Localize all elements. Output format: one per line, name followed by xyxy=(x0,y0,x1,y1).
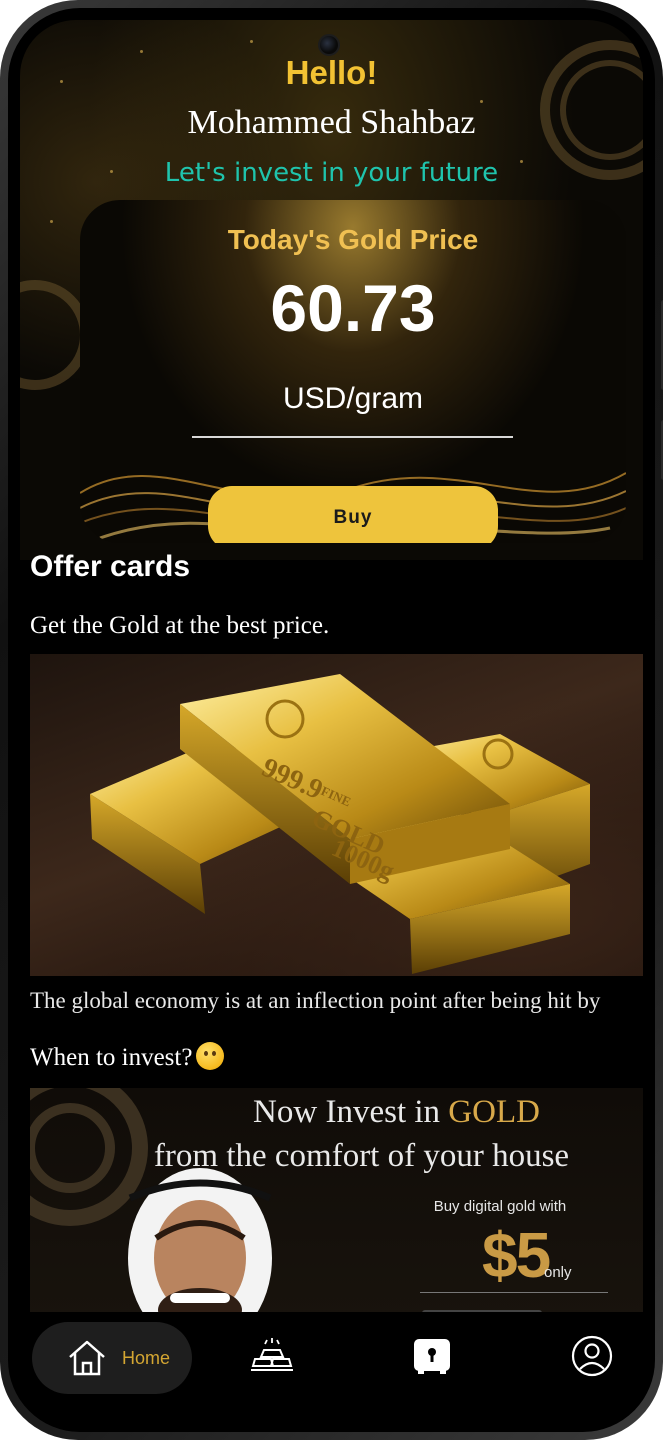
promo-headline-prefix: Now Invest in xyxy=(253,1094,449,1130)
gold-price-title: Today's Gold Price xyxy=(227,224,479,255)
bottom-navigation: Home xyxy=(20,1312,643,1420)
gold-bars-image[interactable]: 999.9 FINE GOLD 1000g xyxy=(30,654,643,976)
nav-item-gold[interactable] xyxy=(250,1334,294,1378)
nav-item-vault[interactable] xyxy=(410,1334,454,1378)
sparkle xyxy=(480,100,483,103)
phone-frame: Hello! Mohammed Shahbaz Let's invest in … xyxy=(0,0,663,1440)
home-icon xyxy=(69,1340,105,1376)
promo-only-text: only xyxy=(544,1264,572,1281)
nav-item-profile[interactable] xyxy=(570,1334,614,1378)
tagline: Let's invest in your future xyxy=(164,158,499,188)
nav-home-label: Home xyxy=(122,1347,171,1368)
sparkle xyxy=(50,220,53,223)
promo-divider xyxy=(420,1292,608,1293)
user-name: Mohammed Shahbaz xyxy=(187,104,476,141)
promo-small-text: Buy digital gold with xyxy=(433,1198,567,1215)
gold-price-card: Today's Gold Price 60.73 USD/gram Buy xyxy=(80,200,626,543)
thinking-face-icon xyxy=(196,1042,225,1070)
vault-icon xyxy=(414,1339,450,1374)
sparkle xyxy=(250,40,253,43)
app-screen: Hello! Mohammed Shahbaz Let's invest in … xyxy=(20,20,643,1420)
profile-icon xyxy=(571,1335,613,1377)
when-to-invest-label: When to invest? xyxy=(30,1044,193,1071)
offer-cards-heading: Offer cards xyxy=(30,550,191,583)
buy-button[interactable]: Buy xyxy=(208,486,498,543)
promo-headline-2: from the comfort of your house xyxy=(153,1138,570,1174)
offer-card-description: The global economy is at an inflection p… xyxy=(30,988,601,1013)
promo-headline-1: Now Invest in GOLD xyxy=(150,1094,643,1131)
divider xyxy=(192,436,513,438)
gold-price-unit: USD/gram xyxy=(282,382,424,415)
invest-promo-banner[interactable]: Now Invest in GOLD from the comfort of y… xyxy=(30,1088,643,1320)
greeting: Hello! xyxy=(285,54,378,91)
offer-card-subtitle: Get the Gold at the best price. xyxy=(30,612,330,639)
promo-headline-gold: GOLD xyxy=(448,1094,540,1130)
nav-item-home[interactable]: Home xyxy=(32,1322,192,1394)
gold-price-value: 60.73 xyxy=(270,271,436,345)
when-to-invest-heading: When to invest? xyxy=(30,1042,225,1072)
sparkle xyxy=(140,50,143,53)
gold-bars-illustration: 999.9 FINE GOLD 1000g xyxy=(90,674,590,974)
gold-bars-icon xyxy=(251,1338,293,1371)
promo-amount: $5 xyxy=(482,1219,551,1291)
front-camera xyxy=(318,34,340,56)
